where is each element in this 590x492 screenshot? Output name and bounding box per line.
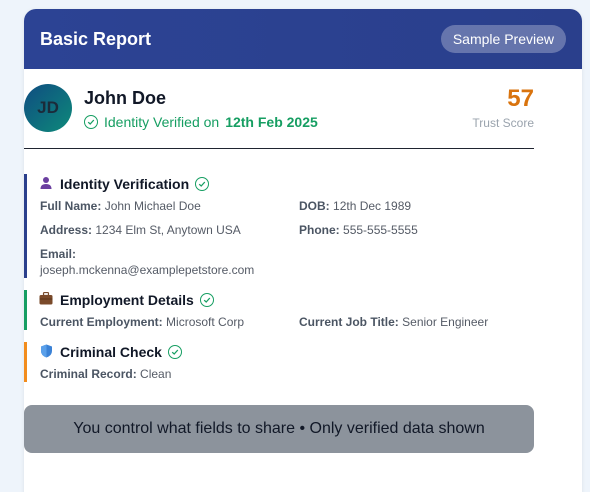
current-employment-field: Current Employment: Microsoft Corp [40, 314, 244, 330]
person-icon [38, 176, 54, 193]
full-name-label: Full Name: [40, 199, 102, 213]
dob-label: DOB: [299, 199, 330, 213]
address-value: 1234 Elm St, Anytown USA [95, 223, 241, 237]
criminal-section-title: Criminal Check [60, 344, 162, 360]
email-value: joseph.mckenna@examplepetstore.com [40, 263, 255, 277]
employment-section-bar [24, 290, 27, 330]
address-label: Address: [40, 223, 93, 237]
dob-value: 12th Dec 1989 [333, 199, 412, 213]
criminal-section-bar [24, 342, 27, 382]
identity-section-bar [24, 174, 27, 278]
current-employment-value: Microsoft Corp [166, 315, 245, 329]
shield-icon [38, 344, 54, 361]
criminal-section: Criminal Check Criminal Record: Clean [24, 342, 534, 382]
criminal-record-field: Criminal Record: Clean [40, 366, 171, 382]
report-header: Basic Report Sample Preview [24, 9, 582, 69]
job-title-value: Senior Engineer [402, 315, 489, 329]
full-name-field: Full Name: John Michael Doe [40, 198, 201, 214]
check-circle-icon [195, 177, 210, 191]
identity-section: Identity Verification Full Name: John Mi… [24, 174, 534, 278]
identity-section-title: Identity Verification [60, 176, 190, 192]
trust-score-block: 57 Trust Score [472, 84, 534, 130]
profile-summary: JD John Doe Identity Verified on 12th Fe… [24, 84, 534, 149]
criminal-record-label: Criminal Record: [40, 367, 137, 381]
email-label: Email: [40, 247, 77, 261]
trust-score-label: Trust Score [472, 116, 534, 130]
verified-date: 12th Feb 2025 [225, 114, 318, 130]
job-title-field: Current Job Title: Senior Engineer [299, 314, 488, 330]
verification-status: Identity Verified on 12th Feb 2025 [84, 114, 318, 130]
identity-section-header: Identity Verification [38, 174, 534, 194]
sample-preview-button[interactable]: Sample Preview [440, 25, 566, 53]
report-title: Basic Report [40, 28, 152, 49]
job-title-label: Current Job Title: [299, 315, 399, 329]
phone-label: Phone: [299, 223, 340, 237]
phone-value: 555-555-5555 [343, 223, 418, 237]
trust-score-value: 57 [507, 85, 534, 112]
check-circle-icon [84, 115, 98, 129]
briefcase-icon [38, 291, 54, 308]
current-employment-label: Current Employment: [40, 315, 163, 329]
address-field: Address: 1234 Elm St, Anytown USA [40, 222, 241, 238]
criminal-record-value: Clean [140, 367, 172, 381]
dob-field: DOB: 12th Dec 1989 [299, 198, 411, 214]
employment-section: Employment Details Current Employment: M… [24, 290, 534, 330]
criminal-section-header: Criminal Check [38, 342, 534, 362]
check-circle-icon [199, 293, 214, 307]
email-field: Email: joseph.mckenna@examplepetstore.co… [40, 246, 254, 278]
check-circle-icon [167, 345, 182, 359]
employment-section-header: Employment Details [38, 290, 534, 310]
profile-name: John Doe [84, 88, 167, 108]
phone-field: Phone: 555-555-5555 [299, 222, 418, 238]
avatar: JD [24, 84, 72, 132]
full-name-value: John Michael Doe [104, 199, 201, 213]
verified-prefix: Identity Verified on [104, 114, 220, 130]
share-info-banner: You control what fields to share • Only … [24, 405, 534, 453]
employment-section-title: Employment Details [60, 292, 194, 308]
